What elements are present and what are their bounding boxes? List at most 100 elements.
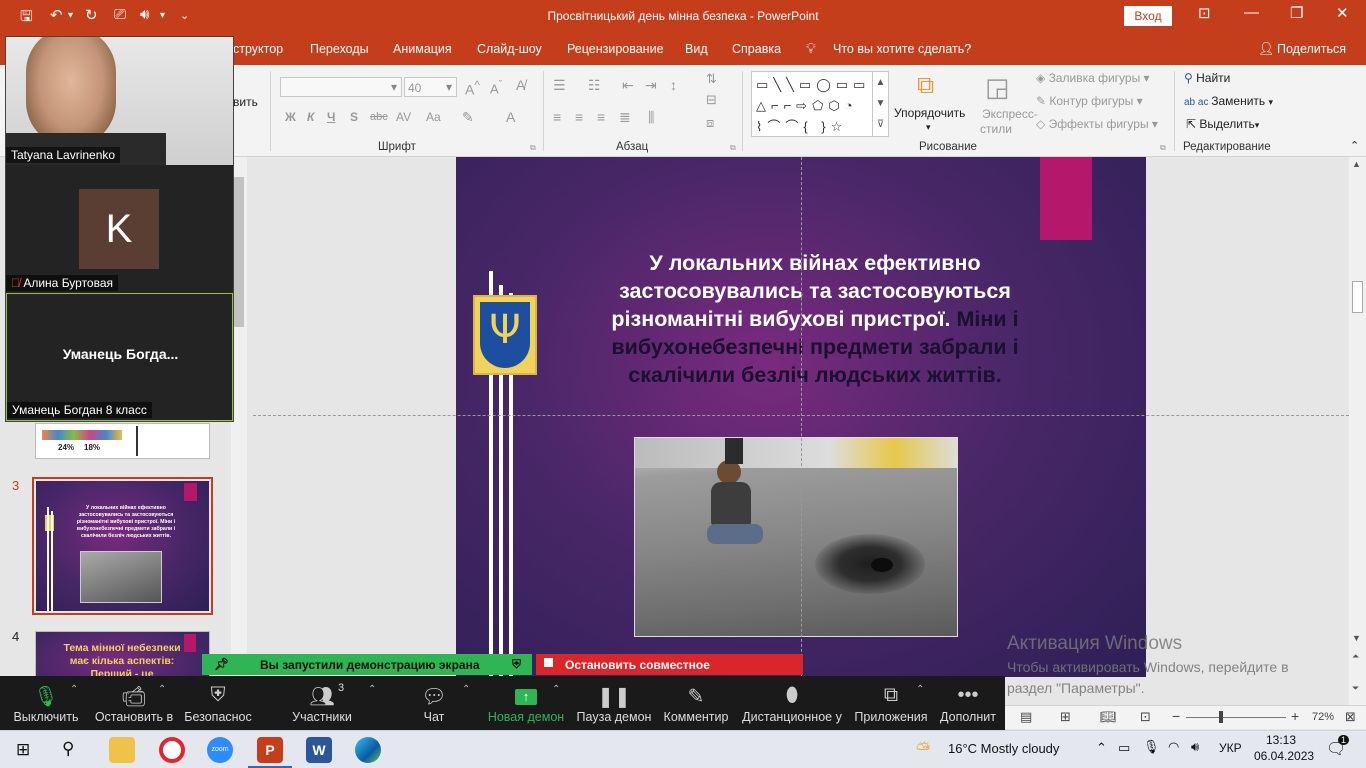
slide-thumbnail-3-selected[interactable]: У локальних війнах ефективно застосовува… xyxy=(32,477,213,615)
search-icon[interactable]: ⚲ xyxy=(62,739,74,759)
edge-icon[interactable] xyxy=(355,737,381,763)
stop-share-button[interactable]: Остановить совместное использование xyxy=(536,654,803,686)
arrange-button[interactable]: Упорядочить xyxy=(894,106,965,120)
zoom-out-icon[interactable]: − xyxy=(1172,708,1180,724)
zoom-in-icon[interactable]: + xyxy=(1291,708,1299,724)
numbering-icon[interactable]: ☷ xyxy=(588,77,601,94)
chevron-up-icon[interactable]: ⌃ xyxy=(916,684,924,695)
ribbon-display-icon[interactable]: ⊡ xyxy=(1198,4,1211,22)
zoom-level[interactable]: 72% xyxy=(1312,711,1334,723)
scroll-thumb[interactable] xyxy=(1352,281,1363,313)
battery-icon[interactable]: ▭ xyxy=(1118,740,1130,756)
font-dialog-icon[interactable]: ⧉ xyxy=(530,143,536,153)
scroll-up-icon[interactable]: ▲ xyxy=(1352,159,1361,169)
annotate-button[interactable]: ✎ Комментир xyxy=(662,676,730,730)
chevron-up-icon[interactable]: ⌃ xyxy=(368,684,376,695)
quick-styles-line1[interactable]: Экспресс- xyxy=(982,107,1038,121)
stop-video-button[interactable]: 📹︎ ⌃ Остановить в xyxy=(92,676,176,730)
tab-transitions[interactable]: Переходы xyxy=(310,42,369,56)
scroll-down-icon[interactable]: ▼ xyxy=(1352,633,1361,643)
line-spacing-icon[interactable]: ↕ xyxy=(670,77,677,93)
share-button[interactable]: Поделиться xyxy=(1277,42,1346,56)
video-tile-1[interactable]: Tatyana Lavrinenko xyxy=(6,37,233,165)
login-button[interactable]: Вход xyxy=(1124,6,1172,26)
prev-slide-icon[interactable]: ⏶ xyxy=(1352,651,1359,662)
zoom-app-icon[interactable]: zoom xyxy=(207,737,233,763)
apps-button[interactable]: ⧉ ⌃ Приложения xyxy=(852,676,930,730)
pause-share-button[interactable]: ❚❚ Пауза демон xyxy=(576,676,652,730)
justify-icon[interactable]: ≣ xyxy=(619,109,631,126)
chevron-up-icon[interactable]: ⌃ xyxy=(158,684,166,695)
drawing-dialog-icon[interactable]: ⧉ xyxy=(1160,143,1166,153)
bullets-icon[interactable]: ☰ xyxy=(553,77,566,94)
clock-time[interactable]: 13:13 xyxy=(1266,733,1296,747)
reading-view-icon[interactable]: 📖︎ xyxy=(1100,709,1117,725)
word-icon[interactable]: W xyxy=(306,737,332,763)
tab-animations[interactable]: Анимация xyxy=(393,42,452,56)
volume-icon[interactable]: 🔊︎ xyxy=(1191,739,1199,755)
vertical-guide[interactable] xyxy=(801,157,802,677)
restore-icon[interactable]: ❐ xyxy=(1290,4,1303,22)
chevron-up-icon[interactable]: ⌃ xyxy=(552,684,560,695)
change-case-button[interactable]: Aa xyxy=(426,110,441,124)
video-tile-3-active[interactable]: Уманець Богда... Уманець Богдан 8 класс xyxy=(6,293,233,421)
close-icon[interactable]: ✕ xyxy=(1336,4,1349,22)
zoom-slider[interactable] xyxy=(1186,717,1286,718)
chat-button[interactable]: 💬︎ ⌃ Чат xyxy=(410,676,470,730)
increase-indent-icon[interactable]: ⇥ xyxy=(645,77,657,94)
shadow-button[interactable]: S xyxy=(350,110,358,124)
tab-view[interactable]: Вид xyxy=(685,42,708,56)
highlight-icon[interactable]: ✎ xyxy=(462,109,474,126)
opera-icon[interactable] xyxy=(159,737,185,763)
spacing-button[interactable]: AV xyxy=(396,110,411,124)
minimize-icon[interactable]: — xyxy=(1244,4,1259,21)
grow-font-icon[interactable]: A^ xyxy=(465,79,480,98)
participants-button[interactable]: 👥︎ 3 ⌃ Участники xyxy=(284,676,376,730)
horizontal-guide[interactable] xyxy=(253,415,1349,416)
tab-review[interactable]: Рецензирование xyxy=(567,42,664,56)
font-name-combo[interactable]: ▾ xyxy=(280,77,402,97)
security-button[interactable]: ⛨ Безопаснос xyxy=(181,676,255,730)
slideshow-view-icon[interactable]: ⊡ xyxy=(1140,709,1151,725)
gallery-scroll[interactable]: ▲ ▼ ⊽ xyxy=(872,72,888,136)
tab-slideshow[interactable]: Слайд-шоу xyxy=(477,42,542,56)
zoom-slider-thumb[interactable] xyxy=(1219,711,1223,723)
bold-button[interactable]: Ж xyxy=(285,110,296,124)
chevron-up-icon[interactable]: ⌃ xyxy=(462,684,470,695)
next-slide-icon[interactable]: ⏷ xyxy=(1352,683,1359,694)
remote-control-button[interactable]: ⬮ Дистанционное у xyxy=(742,676,842,730)
wifi-icon[interactable]: ◠ xyxy=(1168,739,1179,755)
mute-button[interactable]: 🎙︎ ⌃ Выключить xyxy=(8,676,84,730)
text-direction-icon[interactable]: ⇅ xyxy=(706,71,717,87)
chevron-up-icon[interactable]: ⌃ xyxy=(1096,740,1107,756)
microphone-icon[interactable]: 🎙︎ xyxy=(1143,739,1160,755)
slide-body-text[interactable]: У локальних війнах ефективно застосовува… xyxy=(580,249,1050,389)
font-color-button[interactable]: A xyxy=(506,109,515,125)
strikethrough-button[interactable]: abc xyxy=(370,111,388,123)
tell-me-search[interactable]: Что вы хотите сделать? xyxy=(833,42,971,56)
font-size-combo[interactable]: 40 ▾ xyxy=(404,77,457,97)
collapse-ribbon-icon[interactable]: ⌃ xyxy=(1350,139,1359,152)
shapes-gallery[interactable]: ▭╲╲▭◯▭▭ △⌐⌐⇨⬠⬡◔ ⌇⌒⌒{ }☆ ▲ ▼ ⊽ xyxy=(751,71,889,137)
more-button[interactable]: ••• Дополнит xyxy=(938,676,998,730)
decrease-indent-icon[interactable]: ⇤ xyxy=(622,77,634,94)
windows-start-icon[interactable]: ⊞ xyxy=(16,740,30,760)
pin-icon[interactable]: 📌︎ xyxy=(214,657,229,671)
editor-scrollbar[interactable]: ▲ ▼ ⏶ ⏷ xyxy=(1349,157,1366,705)
arrange-icon[interactable]: ⧉ xyxy=(917,72,934,100)
smartart-icon[interactable]: ⧈ xyxy=(706,115,714,131)
paste-label[interactable]: вить xyxy=(233,95,258,109)
tab-help[interactable]: Справка xyxy=(732,42,781,56)
normal-view-icon[interactable]: ▤ xyxy=(1020,709,1032,725)
paragraph-dialog-icon[interactable]: ⧉ xyxy=(730,143,736,153)
fit-slide-icon[interactable]: ⊠ xyxy=(1345,709,1356,725)
tab-design[interactable]: структор xyxy=(233,42,283,56)
video-tile-2[interactable]: K 🎙̸ Алина Буртовая xyxy=(6,165,233,293)
clock-date[interactable]: 06.04.2023 xyxy=(1254,749,1314,763)
slide-thumbnail-2[interactable]: 24% 18% xyxy=(35,423,210,459)
clear-format-icon[interactable]: A̸ xyxy=(516,77,525,93)
quick-styles-line2[interactable]: стили xyxy=(980,122,1012,136)
chevron-up-icon[interactable]: ⌃ xyxy=(70,684,78,695)
slide-photo[interactable] xyxy=(634,437,958,637)
sharing-status-banner[interactable]: 📌︎ Вы запустили демонстрацию экрана ⛨ xyxy=(202,654,532,675)
